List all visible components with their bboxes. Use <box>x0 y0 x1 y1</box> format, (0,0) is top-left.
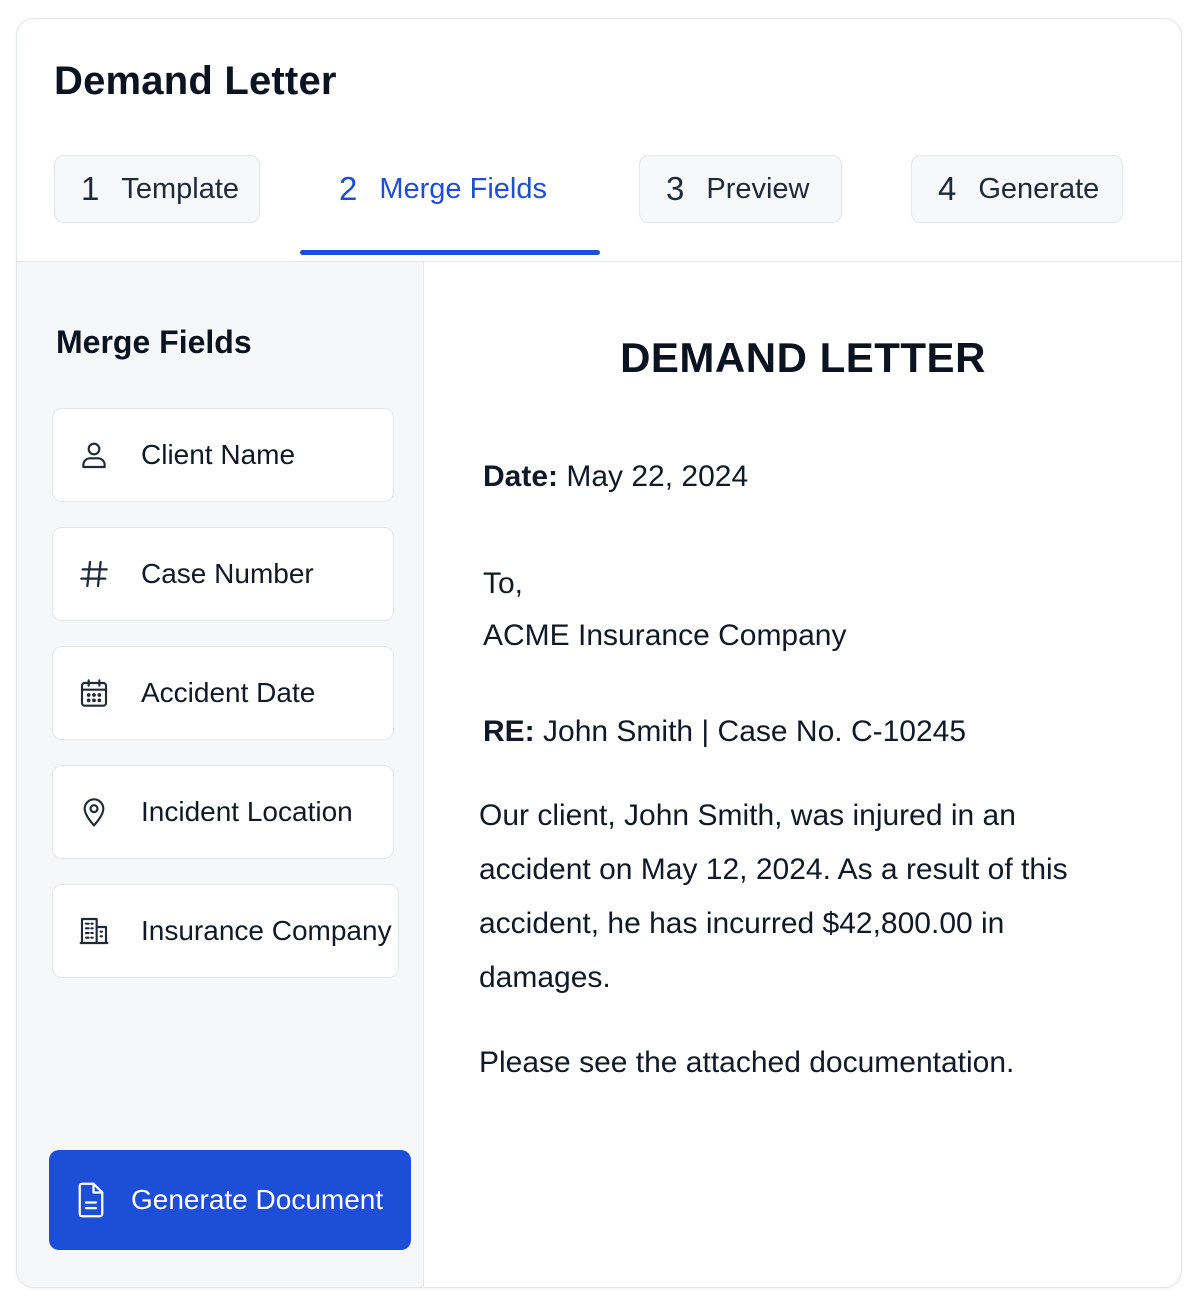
merge-field-incident-location[interactable]: Incident Location <box>52 765 394 859</box>
step-label: Generate <box>978 172 1100 205</box>
re-value: John Smith | Case No. C-10245 <box>543 715 967 748</box>
step-label: Template <box>121 172 240 205</box>
letter-to-label: To, <box>483 567 524 600</box>
letter-date-line: Date: May 22, 2024 <box>483 460 748 494</box>
calendar-icon <box>77 676 111 710</box>
wizard-card: Demand Letter 1 Template 2 Merge Fields … <box>16 18 1182 1288</box>
step-number: 3 <box>666 170 685 207</box>
merge-field-label: Incident Location <box>141 796 353 827</box>
date-label: Date: <box>483 460 559 493</box>
generate-document-label: Generate Document <box>131 1184 384 1215</box>
merge-field-label: Client Name <box>141 439 296 470</box>
active-step-indicator <box>300 250 600 255</box>
step-generate[interactable]: 4 Generate <box>911 155 1123 223</box>
user-icon <box>77 438 111 472</box>
merge-field-label: Insurance Company <box>141 915 392 946</box>
letter-recipient: ACME Insurance Company <box>483 619 847 652</box>
page-title: Demand Letter <box>54 59 337 103</box>
document-icon <box>73 1178 109 1222</box>
hash-icon <box>77 557 111 591</box>
step-label: Preview <box>706 172 810 205</box>
sidebar-title: Merge Fields <box>56 324 252 360</box>
merge-field-client-name[interactable]: Client Name <box>52 408 394 502</box>
step-preview[interactable]: 3 Preview <box>639 155 842 223</box>
building-icon <box>77 914 111 948</box>
step-number: 4 <box>938 170 957 207</box>
merge-field-case-number[interactable]: Case Number <box>52 527 394 621</box>
step-label: Merge Fields <box>379 172 547 205</box>
generate-document-button[interactable]: Generate Document <box>49 1150 411 1250</box>
step-template[interactable]: 1 Template <box>54 155 260 223</box>
step-number: 1 <box>81 170 100 207</box>
letter-re-line: RE: John Smith | Case No. C-10245 <box>483 715 966 749</box>
letter-body: Our client, John Smith, was injured in a… <box>479 799 1068 994</box>
step-number: 2 <box>339 170 358 207</box>
date-value: May 22, 2024 <box>566 460 749 493</box>
step-merge-fields[interactable]: 2 Merge Fields <box>300 155 600 223</box>
letter-footer: Please see the attached documentation. <box>479 1046 1015 1079</box>
re-label: RE: <box>483 715 535 748</box>
merge-fields-sidebar: Merge Fields Client Name Case Number Acc… <box>17 262 424 1287</box>
merge-field-label: Accident Date <box>141 677 316 708</box>
letter-title: DEMAND LETTER <box>620 334 986 381</box>
merge-field-insurance-company[interactable]: Insurance Company <box>52 884 399 978</box>
letter-preview: DEMAND LETTER Date: May 22, 2024 To, ACM… <box>425 262 1181 1287</box>
merge-field-label: Case Number <box>141 558 314 589</box>
location-pin-icon <box>77 795 111 829</box>
merge-field-accident-date[interactable]: Accident Date <box>52 646 394 740</box>
